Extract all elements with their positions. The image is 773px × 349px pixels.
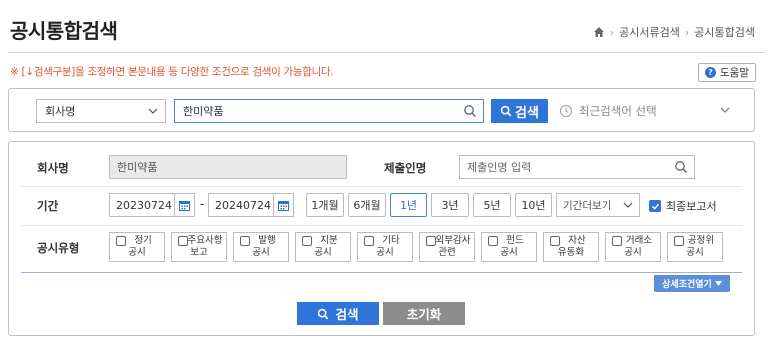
search-bar: 회사명 한미약품 검색 최근검색어 선택 xyxy=(8,88,755,132)
type-regular-checkbox[interactable]: 정기 공시 xyxy=(109,232,165,262)
date-range-dash: - xyxy=(200,197,205,211)
submitter-placeholder: 제출인명 입력 xyxy=(467,161,532,174)
type-label: 공시 xyxy=(314,247,332,258)
search-notice: ※ [↓검색구분]을 조정하면 본문내용 등 다양한 조건으로 검색이 가능합니… xyxy=(10,66,334,78)
search-icon xyxy=(318,308,329,319)
type-label: 공시 xyxy=(376,247,394,258)
calendar-icon xyxy=(179,200,190,211)
company-label: 회사명 xyxy=(37,161,69,175)
search-icon[interactable] xyxy=(463,104,477,118)
search-input[interactable]: 한미약품 xyxy=(174,99,484,123)
checkbox-icon xyxy=(612,236,622,246)
checkbox-icon xyxy=(426,236,436,246)
row-divider xyxy=(21,186,742,187)
title-divider xyxy=(8,52,765,53)
type-other-checkbox[interactable]: 기타 공시 xyxy=(357,232,413,262)
checkbox-icon xyxy=(364,236,374,246)
period-1month-button[interactable]: 1개월 xyxy=(306,193,344,217)
breadcrumb-item-search-docs[interactable]: 공시서류검색 xyxy=(619,24,680,40)
date-to-input[interactable]: 20240724 xyxy=(208,193,274,217)
search-button-label: 검색 xyxy=(515,105,539,121)
final-report-checkbox[interactable]: 최종보고서 xyxy=(649,198,717,214)
submit-search-label: 검색 xyxy=(335,307,359,322)
detail-toggle-label: 상세조건열기 xyxy=(662,280,712,290)
type-label: 공시 xyxy=(252,247,270,258)
company-name-value: 한미약품 xyxy=(117,161,158,174)
detail-toggle-button[interactable]: 상세조건열기 xyxy=(654,275,730,292)
chevron-down-icon xyxy=(720,107,730,113)
help-label: 도움말 xyxy=(720,67,749,79)
checkbox-icon xyxy=(302,236,312,246)
submit-search-button[interactable]: 검색 xyxy=(297,302,379,325)
search-type-select[interactable]: 회사명 xyxy=(36,99,166,123)
type-label: 공시 xyxy=(624,247,642,258)
calendar-button-to[interactable] xyxy=(274,193,294,217)
final-report-label: 최종보고서 xyxy=(666,200,717,213)
checkbox-checked-icon xyxy=(649,200,661,212)
checkbox-icon xyxy=(178,236,188,246)
company-name-field[interactable]: 한미약품 xyxy=(109,155,347,179)
period-5year-button[interactable]: 5년 xyxy=(473,193,511,217)
search-type-value: 회사명 xyxy=(45,105,76,118)
question-icon: ? xyxy=(705,67,716,78)
filter-panel: 회사명 한미약품 제출인명 제출인명 입력 기간 20230724 - 2024… xyxy=(8,141,755,336)
breadcrumb: › 공시서류검색 › 공시통합검색 xyxy=(593,24,755,40)
help-button[interactable]: ? 도움말 xyxy=(698,63,756,82)
checkbox-icon xyxy=(116,236,126,246)
chevron-down-icon xyxy=(148,108,158,114)
type-major-checkbox[interactable]: 주요사항 보고 xyxy=(171,232,227,262)
type-label: 관련 xyxy=(438,247,456,258)
submitter-label: 제출인명 xyxy=(384,161,427,175)
page-title: 공시통합검색 xyxy=(10,19,118,43)
triangle-down-icon xyxy=(714,280,722,286)
period-3year-button[interactable]: 3년 xyxy=(431,193,469,217)
period-label: 기간 xyxy=(37,199,59,213)
calendar-button-from[interactable] xyxy=(175,193,195,217)
row-divider xyxy=(21,225,742,226)
breadcrumb-item-current[interactable]: 공시통합검색 xyxy=(694,24,755,40)
reset-button[interactable]: 초기화 xyxy=(383,302,465,325)
more-period-select[interactable]: 기간더보기 xyxy=(556,193,640,217)
date-from-value: 20230724 xyxy=(116,198,172,212)
type-label: 공시 xyxy=(128,247,146,258)
type-label: 공시 xyxy=(500,247,518,258)
checkbox-icon xyxy=(240,236,250,246)
recent-search-select[interactable]: 최근검색어 선택 xyxy=(559,99,731,123)
period-10year-button[interactable]: 10년 xyxy=(515,193,552,217)
submitter-input[interactable]: 제출인명 입력 xyxy=(459,155,695,179)
type-label: 공시 xyxy=(686,247,704,258)
search-button[interactable]: 검색 xyxy=(491,99,548,123)
period-1year-button[interactable]: 1년 xyxy=(390,193,427,217)
filter-divider xyxy=(21,272,742,273)
type-audit-checkbox[interactable]: 외부감사 관련 xyxy=(419,232,475,262)
more-period-value: 기간더보기 xyxy=(563,199,612,212)
disclosure-type-label: 공시유형 xyxy=(37,241,80,255)
checkbox-icon xyxy=(488,236,498,246)
type-label: 유동화 xyxy=(557,247,585,258)
search-icon xyxy=(500,105,512,117)
recent-search-placeholder: 최근검색어 선택 xyxy=(579,104,657,118)
search-icon[interactable] xyxy=(674,160,688,174)
type-ftc-checkbox[interactable]: 공정위 공시 xyxy=(667,232,723,262)
home-icon[interactable] xyxy=(593,26,605,38)
period-6month-button[interactable]: 6개월 xyxy=(348,193,386,217)
date-to-value: 20240724 xyxy=(215,198,271,212)
type-abs-checkbox[interactable]: 자산 유동화 xyxy=(543,232,599,262)
history-icon xyxy=(559,104,573,118)
type-label: 보고 xyxy=(190,247,208,258)
chevron-down-icon xyxy=(623,202,633,208)
checkbox-icon xyxy=(550,236,560,246)
type-exchange-checkbox[interactable]: 거래소 공시 xyxy=(605,232,661,262)
type-issuance-checkbox[interactable]: 발행 공시 xyxy=(233,232,289,262)
date-from-input[interactable]: 20230724 xyxy=(109,193,175,217)
chevron-right-icon: › xyxy=(609,25,615,39)
chevron-right-icon: › xyxy=(684,25,690,39)
type-fund-checkbox[interactable]: 펀드 공시 xyxy=(481,232,537,262)
type-equity-checkbox[interactable]: 지분 공시 xyxy=(295,232,351,262)
calendar-icon xyxy=(278,200,289,211)
search-input-value: 한미약품 xyxy=(183,105,224,118)
checkbox-icon xyxy=(674,236,684,246)
